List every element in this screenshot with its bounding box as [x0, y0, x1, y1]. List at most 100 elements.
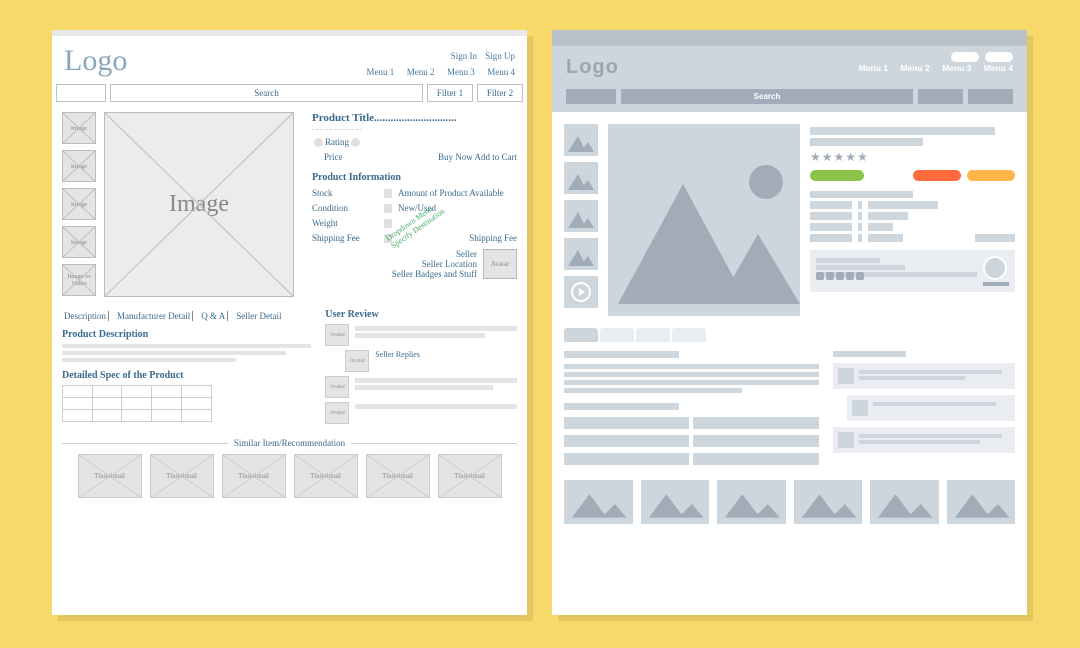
product-title-placeholder	[810, 127, 995, 135]
seller-location-label: Seller Location	[392, 259, 477, 269]
menu-item-4[interactable]: Menu 4	[487, 67, 515, 77]
buy-now-button[interactable]	[913, 170, 961, 181]
rec-thumbnail[interactable]: Thumbnail	[294, 454, 358, 498]
filter-2-dropdown[interactable]: Filter 2	[477, 84, 523, 102]
rec-thumbnail[interactable]: Thumbnail	[78, 454, 142, 498]
info-stock-value: Amount of Product Available	[398, 188, 504, 198]
tab-manufacturer[interactable]	[600, 328, 634, 342]
thumbnail-video[interactable]	[564, 276, 598, 308]
rec-thumbnail[interactable]	[641, 480, 710, 524]
tab-description[interactable]	[564, 328, 598, 342]
info-condition-value: New/Used	[398, 203, 436, 213]
price-badge	[810, 170, 864, 181]
rec-thumbnail[interactable]: Thumbnail	[150, 454, 214, 498]
info-shipping-label: Shipping Fee	[312, 233, 384, 243]
thumbnail-3[interactable]	[564, 200, 598, 232]
rec-thumbnail[interactable]: Thumbnail	[366, 454, 430, 498]
thumbnail-2[interactable]	[564, 162, 598, 194]
thumbnail-4[interactable]: Image	[62, 226, 96, 258]
info-shipping-value: Shipping Fee	[469, 233, 517, 243]
menu-item-4[interactable]: Menu 4	[984, 63, 1013, 73]
logo[interactable]: Logo	[64, 44, 127, 78]
tab-description[interactable]: Description	[62, 311, 109, 321]
auth-links: Sign In Sign Up	[357, 51, 516, 61]
seller-badges-label: Seller Badges and Stuff	[392, 269, 477, 279]
window-controls	[951, 52, 1013, 62]
recommendation-section	[552, 480, 1027, 536]
tab-seller-detail[interactable]	[672, 328, 706, 342]
add-to-cart-button[interactable]: Add to Cart	[475, 152, 518, 162]
info-stock-label: Stock	[312, 188, 384, 198]
price-label: Price	[312, 152, 384, 162]
rating-stars-icon: ★★★★★	[810, 150, 1015, 164]
tab-qa[interactable]: Q & A	[199, 311, 228, 321]
search-prefix-box	[566, 89, 616, 104]
seller-replies-label: Seller Replies	[375, 350, 517, 359]
tab-qa[interactable]	[636, 328, 670, 342]
rating-dot-icon	[314, 138, 323, 147]
detail-tabs: Description Manufacturer Detail Q & A Se…	[62, 311, 311, 321]
rec-thumbnail[interactable]	[717, 480, 786, 524]
product-info-header: Product Information	[312, 172, 517, 183]
menu-item-3[interactable]: Menu 3	[942, 63, 971, 73]
rec-thumbnail[interactable]	[564, 480, 633, 524]
main-product-image[interactable]	[608, 124, 800, 316]
reviewer-avatar: Avatar	[325, 376, 349, 398]
thumbnail-2[interactable]: Image	[62, 150, 96, 182]
rec-thumbnail[interactable]	[870, 480, 939, 524]
thumbnail-1[interactable]	[564, 124, 598, 156]
review-header: User Review	[325, 309, 517, 320]
spec-table	[62, 385, 212, 422]
sign-up-link[interactable]: Sign Up	[485, 51, 515, 61]
tab-manufacturer[interactable]: Manufacturer Detail	[115, 311, 193, 321]
wireframe-page-left: Logo Sign In Sign Up Menu 1 Menu 2 Menu …	[52, 30, 527, 615]
buy-now-button[interactable]: Buy Now	[438, 152, 473, 162]
seller-card[interactable]	[810, 250, 1015, 292]
thumbnail-4[interactable]	[564, 238, 598, 270]
main-menu: Menu 1 Menu 2 Menu 3 Menu 4	[357, 67, 516, 78]
seller-reply-avatar: Avatar	[345, 350, 369, 372]
info-weight-label: Weight	[312, 218, 384, 228]
search-input[interactable]: Search	[621, 89, 913, 104]
window-titlebar	[552, 30, 1027, 46]
reviewer-avatar: Avatar	[325, 324, 349, 346]
seller-avatar[interactable]: Avatar	[483, 249, 517, 279]
product-info-header-placeholder	[810, 191, 913, 198]
filter-1-dropdown[interactable]	[918, 89, 963, 104]
filter-1-dropdown[interactable]: Filter 1	[427, 84, 473, 102]
seller-avatar	[983, 256, 1007, 280]
filter-2-dropdown[interactable]	[968, 89, 1013, 104]
seller-reply-card	[847, 395, 1015, 421]
rec-thumbnail[interactable]: Thumbnail	[438, 454, 502, 498]
reviewer-avatar: Avatar	[325, 402, 349, 424]
description-header: Product Description	[62, 329, 311, 340]
thumbnail-1[interactable]: Image	[62, 112, 96, 144]
seller-badges	[816, 272, 977, 277]
seller-name-label: Seller	[392, 249, 477, 259]
info-condition-label: Condition	[312, 203, 384, 213]
reviewer-avatar-icon	[838, 368, 854, 384]
tab-seller-detail[interactable]: Seller Detail	[234, 311, 283, 321]
product-info-grid	[810, 201, 1015, 242]
rec-thumbnail[interactable]: Thumbnail	[222, 454, 286, 498]
logo[interactable]: Logo	[566, 56, 619, 79]
add-to-cart-button[interactable]	[967, 170, 1015, 181]
review-card	[833, 427, 1015, 453]
menu-item-3[interactable]: Menu 3	[447, 67, 475, 77]
rec-thumbnail[interactable]	[947, 480, 1016, 524]
search-input[interactable]: Search	[110, 84, 423, 102]
reviews-section	[833, 348, 1015, 468]
rec-thumbnail[interactable]	[794, 480, 863, 524]
menu-item-2[interactable]: Menu 2	[900, 63, 929, 73]
menu-item-2[interactable]: Menu 2	[407, 67, 435, 77]
rating-dot-icon	[351, 138, 360, 147]
menu-item-1[interactable]: Menu 1	[859, 63, 888, 73]
sign-in-link[interactable]: Sign In	[451, 51, 477, 61]
main-product-image[interactable]: Image	[104, 112, 294, 297]
review-card	[833, 363, 1015, 389]
menu-item-1[interactable]: Menu 1	[367, 67, 395, 77]
thumbnail-video[interactable]: Image or Video	[62, 264, 96, 296]
rating-label: Rating	[325, 137, 349, 147]
reviewer-avatar-icon	[838, 432, 854, 448]
thumbnail-3[interactable]: Image	[62, 188, 96, 220]
